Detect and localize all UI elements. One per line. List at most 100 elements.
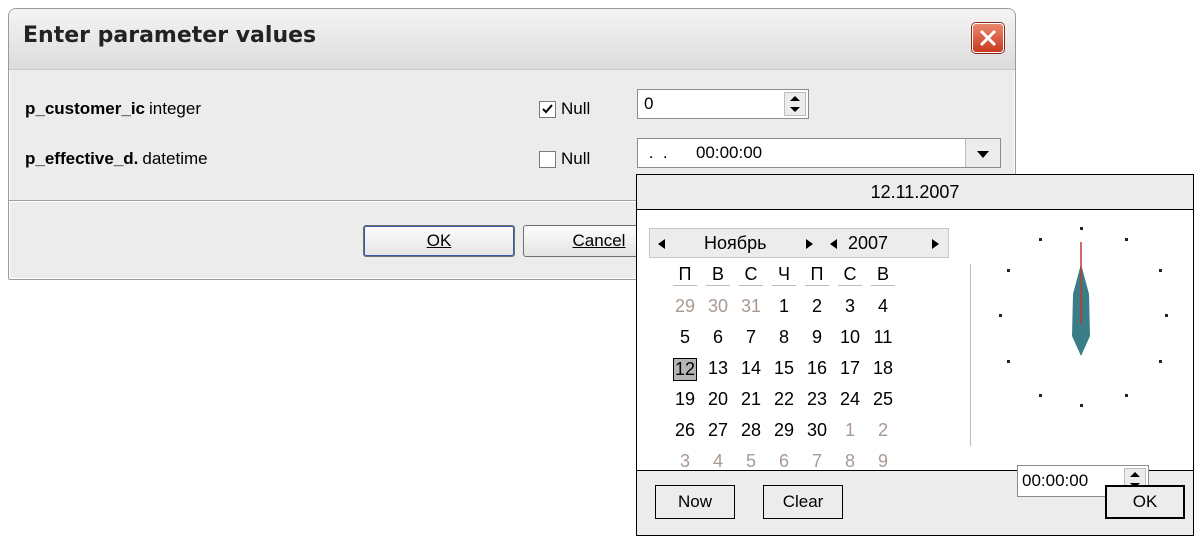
month-year-navigator: Ноябрь 2007 (649, 228, 949, 258)
param-value-input-1[interactable]: 0 (637, 89, 809, 119)
calendar-day[interactable]: 4 (871, 296, 895, 317)
clear-button[interactable]: Clear (763, 485, 843, 519)
ok-button[interactable]: OK (363, 225, 515, 257)
weekday-header: В (871, 264, 895, 286)
clock-tick (1007, 269, 1010, 272)
calendar-day-other-month[interactable]: 30 (706, 296, 730, 317)
calendar-day[interactable]: 22 (772, 389, 796, 410)
clock-tick (1039, 238, 1042, 241)
spin-up-icon[interactable] (1130, 472, 1140, 477)
weekday-header: В (706, 264, 730, 286)
calendar-day[interactable]: 13 (706, 358, 730, 379)
now-button-label: Now (677, 492, 712, 511)
null-label-1: Null (561, 99, 591, 118)
popup-ok-button[interactable]: OK (1105, 485, 1185, 519)
calendar-panel: Ноябрь 2007 П В С Ч П С В 29 30 31 1 2 3 4 5 6 7 8 9 10 11 12… (637, 210, 1193, 497)
spin-down-icon[interactable] (790, 107, 800, 112)
clock-tick (1159, 360, 1162, 363)
weekday-header: Ч (772, 264, 796, 286)
weekday-header: П (673, 264, 697, 286)
calendar-day[interactable]: 28 (739, 420, 763, 441)
param-row-2: p_effective_d. datetime (25, 149, 208, 177)
close-button[interactable] (972, 23, 1004, 53)
calendar-day-other-month[interactable]: 6 (772, 451, 796, 472)
calendar-day-other-month[interactable]: 7 (805, 451, 829, 472)
calendar-day[interactable]: 16 (805, 358, 829, 379)
calendar-day[interactable]: 17 (838, 358, 862, 379)
calendar-day[interactable]: 6 (706, 327, 730, 348)
calendar-day-other-month[interactable]: 31 (739, 296, 763, 317)
calendar-day[interactable]: 5 (673, 327, 697, 348)
calendar-day-other-month[interactable]: 9 (871, 451, 895, 472)
calendar-day[interactable]: 14 (739, 358, 763, 379)
clock-tick (1039, 394, 1042, 397)
next-year-icon[interactable] (932, 239, 939, 249)
param-type: integer (149, 99, 201, 118)
clock-tick (999, 314, 1002, 317)
calendar-day-other-month[interactable]: 5 (739, 451, 763, 472)
param-name: p_customer_ic (25, 99, 145, 118)
param-value-input-2[interactable]: . . 00:00:00 (637, 138, 1001, 168)
calendar-day[interactable]: 30 (805, 420, 829, 441)
calendar-day-other-month[interactable]: 1 (838, 420, 862, 441)
calendar-day[interactable]: 20 (706, 389, 730, 410)
ok-button-label: OK (426, 231, 452, 250)
calendar-day[interactable]: 23 (805, 389, 829, 410)
calendar-day-other-month[interactable]: 8 (838, 451, 862, 472)
clock-tick (1159, 269, 1162, 272)
datetime-popup: 12.11.2007 Ноябрь 2007 П В С Ч П С В 29 30 31 1 2 3 4… (636, 174, 1194, 536)
year-label: 2007 (848, 233, 889, 253)
calendar-day[interactable]: 9 (805, 327, 829, 348)
calendar-day-other-month[interactable]: 29 (673, 296, 697, 317)
param-value: 0 (644, 94, 654, 113)
clock-tick (1125, 238, 1128, 241)
null-label-2: Null (561, 149, 591, 168)
clock-tick (1165, 314, 1168, 317)
weekday-header: П (805, 264, 829, 286)
title-bar[interactable]: Enter parameter values (9, 9, 1015, 70)
spin-up-icon[interactable] (790, 96, 800, 101)
popup-ok-button-label: OK (1132, 492, 1158, 511)
clock-tick (1080, 227, 1083, 230)
calendar-day[interactable]: 3 (838, 296, 862, 317)
dialog-title: Enter parameter values (23, 23, 317, 48)
check-icon (542, 104, 553, 114)
spin-buttons[interactable] (784, 92, 806, 116)
clear-button-label: Clear (782, 492, 824, 511)
calendar-day-other-month[interactable]: 2 (871, 420, 895, 441)
weekday-header: С (838, 264, 862, 286)
calendar-day[interactable]: 8 (772, 327, 796, 348)
calendar-day[interactable]: 27 (706, 420, 730, 441)
param-name: p_effective_d. (25, 149, 139, 168)
calendar-day[interactable]: 11 (871, 327, 895, 348)
calendar-day[interactable]: 10 (838, 327, 862, 348)
clock-tick (1080, 404, 1083, 407)
null-checkbox-2[interactable] (539, 151, 556, 168)
null-checkbox-1[interactable] (539, 101, 556, 118)
calendar-day[interactable]: 2 (805, 296, 829, 317)
chevron-down-icon (977, 151, 989, 158)
analog-clock-icon (999, 227, 1168, 407)
calendar-day[interactable]: 26 (673, 420, 697, 441)
calendar-day[interactable]: 18 (871, 358, 895, 379)
cancel-button-label: Cancel (572, 231, 626, 250)
close-icon (979, 29, 997, 47)
calendar-day[interactable]: 1 (772, 296, 796, 317)
time-value: 00:00:00 (1022, 471, 1089, 490)
calendar-day[interactable]: 24 (838, 389, 862, 410)
next-month-icon[interactable] (806, 239, 813, 249)
prev-year-icon[interactable] (830, 239, 837, 249)
calendar-day-other-month[interactable]: 3 (673, 451, 697, 472)
calendar-day[interactable]: 21 (739, 389, 763, 410)
divider (970, 264, 971, 446)
prev-month-icon[interactable] (658, 239, 665, 249)
calendar-day[interactable]: 25 (871, 389, 895, 410)
calendar-day[interactable]: 12 (673, 358, 697, 381)
calendar-day[interactable]: 15 (772, 358, 796, 379)
dropdown-button[interactable] (965, 139, 1000, 167)
calendar-day[interactable]: 7 (739, 327, 763, 348)
calendar-day-other-month[interactable]: 4 (706, 451, 730, 472)
calendar-day[interactable]: 29 (772, 420, 796, 441)
now-button[interactable]: Now (655, 485, 735, 519)
calendar-day[interactable]: 19 (673, 389, 697, 410)
